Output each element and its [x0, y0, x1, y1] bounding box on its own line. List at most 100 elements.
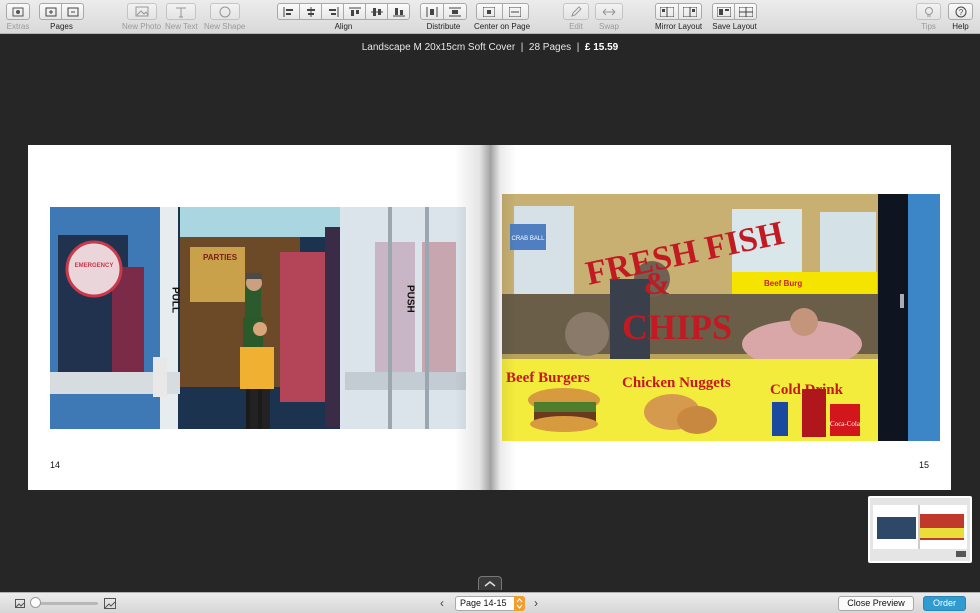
spread-thumbnail[interactable]	[868, 496, 972, 563]
crab-sticker-text: CRAB BALL	[511, 236, 545, 242]
prev-page-arrow[interactable]: ‹	[440, 596, 444, 610]
text-icon	[176, 7, 187, 17]
arcade-photo-image: EMERGENCY PARTIES PULL PUSH	[50, 207, 466, 429]
swap-button[interactable]	[595, 3, 623, 20]
new-photo-group: New Photo	[122, 3, 161, 31]
emergency-sticker-text: EMERGENCY	[75, 263, 114, 269]
zoom-slider-knob[interactable]	[30, 597, 41, 608]
add-page-button[interactable]	[39, 3, 62, 20]
lightbulb-icon	[924, 6, 933, 16]
align-middle-icon	[370, 7, 383, 16]
close-preview-button[interactable]: Close Preview	[838, 596, 914, 611]
align-label: Align	[334, 22, 353, 31]
center-vertical-button[interactable]	[501, 3, 529, 20]
page-selector-stepper[interactable]	[514, 596, 525, 611]
right-gutter-shadow	[490, 145, 516, 490]
distribute-label: Distribute	[426, 22, 461, 31]
extras-group: Extras	[6, 3, 30, 31]
center-horizontal-icon	[483, 6, 496, 17]
remove-page-button[interactable]	[61, 3, 84, 20]
extras-button[interactable]	[6, 3, 30, 20]
align-center-button[interactable]	[299, 3, 322, 20]
align-middle-button[interactable]	[365, 3, 388, 20]
chicken-nuggets-text: Chicken Nuggets	[622, 375, 731, 391]
svg-text:?: ?	[958, 8, 963, 17]
edit-group: Edit	[563, 3, 589, 31]
pages-group: Pages	[39, 3, 84, 31]
pull-sign-text: PULL	[170, 287, 181, 313]
page-selector[interactable]: Page 14-15	[455, 596, 525, 611]
zoom-slider-track[interactable]	[32, 602, 98, 605]
book-page-count: 28 Pages	[528, 42, 572, 53]
photo-icon	[135, 6, 149, 17]
ampersand-sign-text: &	[644, 265, 671, 301]
left-page-number: 14	[50, 460, 61, 470]
next-page-arrow[interactable]: ›	[534, 596, 538, 610]
distribute-horizontal-button[interactable]	[420, 3, 444, 20]
edit-label: Edit	[569, 22, 583, 31]
align-bottom-button[interactable]	[387, 3, 410, 20]
circle-shape-icon	[219, 6, 231, 17]
align-right-button[interactable]	[321, 3, 344, 20]
save-layout-alt-button[interactable]	[734, 3, 757, 20]
mirror-layout-alt-button[interactable]	[678, 3, 703, 20]
new-shape-button[interactable]	[209, 3, 240, 20]
arcade-photo[interactable]: EMERGENCY PARTIES PULL PUSH	[50, 207, 466, 429]
mirror-layout-label: Mirror Layout	[655, 22, 703, 31]
save-layout-button[interactable]	[712, 3, 735, 20]
parties-sign-text: PARTIES	[203, 253, 238, 262]
small-image-icon	[15, 599, 25, 608]
align-center-icon	[306, 6, 315, 17]
beef-burgers-text: Beef Burgers	[506, 370, 590, 386]
new-text-button[interactable]	[166, 3, 197, 20]
edit-button[interactable]	[563, 3, 589, 20]
book-format: Landscape M 20x15cm Soft Cover	[361, 42, 516, 53]
new-shape-label: New Shape	[204, 22, 246, 31]
align-top-button[interactable]	[343, 3, 366, 20]
help-label: Help	[952, 22, 969, 31]
expand-panel-tab[interactable]	[478, 576, 502, 590]
left-page[interactable]: EMERGENCY PARTIES PULL PUSH 14	[28, 145, 490, 490]
new-text-label: New Text	[165, 22, 198, 31]
help-icon: ?	[955, 6, 966, 17]
new-photo-button[interactable]	[126, 3, 157, 20]
distribute-vertical-button[interactable]	[443, 3, 467, 20]
layout-icon	[716, 6, 731, 17]
mirror-layout-button[interactable]	[655, 3, 680, 20]
remove-page-icon	[67, 7, 78, 16]
chips-sign-text: CHIPS	[622, 307, 732, 347]
book-price: £ 15.59	[584, 42, 619, 53]
tips-button[interactable]	[916, 3, 941, 20]
book-spread: EMERGENCY PARTIES PULL PUSH 14 CRAB BALL…	[28, 145, 951, 490]
center-on-page-label: Center on Page	[474, 22, 531, 31]
pencil-icon	[571, 5, 582, 17]
swap-group: Swap	[595, 3, 623, 31]
right-page[interactable]: CRAB BALL Beef Burg FRESH FISH & CHIPS B…	[490, 145, 951, 490]
help-button[interactable]: ?	[948, 3, 973, 20]
tips-label: Tips	[921, 22, 936, 31]
distribute-horizontal-icon	[426, 6, 438, 17]
new-photo-label: New Photo	[122, 22, 162, 31]
large-image-icon	[104, 598, 116, 609]
order-button[interactable]: Order	[923, 596, 966, 611]
book-info: Landscape M 20x15cm Soft Cover | 28 Page…	[361, 42, 619, 53]
align-bottom-icon	[392, 7, 405, 16]
mirror-layout-group: Mirror Layout	[655, 3, 702, 31]
center-horizontal-button[interactable]	[475, 3, 503, 20]
align-left-button[interactable]	[277, 3, 300, 20]
page-selector-value: Page 14-15	[460, 598, 507, 608]
fish-and-chips-photo-image: CRAB BALL Beef Burg FRESH FISH & CHIPS B…	[502, 194, 940, 441]
chevron-up-icon	[484, 581, 496, 587]
new-shape-group: New Shape	[204, 3, 245, 31]
new-text-group: New Text	[165, 3, 198, 31]
align-group: Align	[277, 3, 410, 31]
pages-label: Pages	[50, 22, 73, 31]
push-sign-text: PUSH	[405, 285, 416, 313]
fish-and-chips-photo[interactable]: CRAB BALL Beef Burg FRESH FISH & CHIPS B…	[502, 194, 940, 441]
mirror-layout-alt-icon	[683, 6, 698, 17]
mirror-layout-icon	[660, 6, 675, 17]
cola-text: Coca-Cola	[830, 420, 861, 428]
swap-label: Swap	[598, 22, 619, 31]
left-gutter-shadow	[454, 145, 490, 490]
center-on-page-group: Center on Page	[474, 3, 530, 31]
